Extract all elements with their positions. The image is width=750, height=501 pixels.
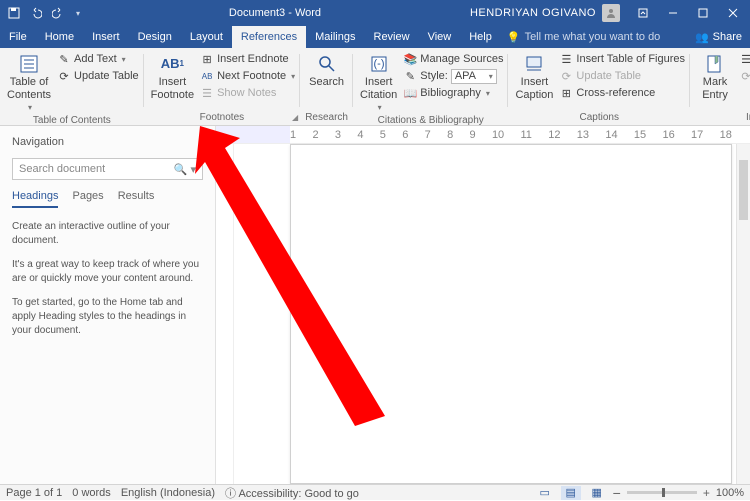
status-lang[interactable]: English (Indonesia) (121, 487, 215, 499)
add-text-button[interactable]: ✎Add Text▾ (57, 51, 139, 67)
avatar[interactable] (602, 4, 620, 22)
toc-button[interactable]: Table of Contents ▾ (5, 51, 53, 115)
menu-view[interactable]: View (419, 26, 461, 48)
insert-index-icon: ☰ (739, 52, 750, 66)
redo-icon[interactable] (52, 7, 64, 19)
zoom-out-button[interactable]: − (613, 485, 621, 501)
menu-insert[interactable]: Insert (83, 26, 129, 48)
mark-entry-icon (704, 53, 726, 75)
cross-ref-icon: ⊞ (559, 86, 573, 100)
accessibility-icon: ⓘ (225, 488, 238, 500)
manage-sources-icon: 📚 (403, 52, 417, 66)
menu-help[interactable]: Help (460, 26, 501, 48)
insert-footnote-button[interactable]: AB1 Insert Footnote (149, 51, 196, 104)
document-page[interactable] (290, 144, 732, 484)
zoom-slider[interactable] (627, 491, 697, 494)
print-layout-icon[interactable]: ▤ (561, 486, 581, 500)
mark-entry-button[interactable]: Mark Entry (695, 51, 735, 104)
refresh-icon: ⟳ (739, 69, 750, 83)
bibliography-icon: 📖 (403, 86, 417, 100)
close-icon[interactable] (720, 2, 746, 24)
ribbon-display-icon[interactable] (630, 2, 656, 24)
nav-menu-icon[interactable]: ▾ (199, 138, 203, 147)
menu-design[interactable]: Design (129, 26, 181, 48)
show-notes-icon: ☰ (200, 86, 214, 100)
search-icon (316, 53, 338, 75)
show-notes-button[interactable]: ☰Show Notes (200, 85, 295, 101)
menu-home[interactable]: Home (36, 26, 83, 48)
nav-tab-headings[interactable]: Headings (12, 190, 58, 208)
insert-figures-button[interactable]: ☰Insert Table of Figures (559, 51, 685, 67)
update-index-button[interactable]: ⟳Update Index (739, 68, 750, 84)
status-words[interactable]: 0 words (72, 487, 111, 499)
status-page[interactable]: Page 1 of 1 (6, 487, 62, 499)
next-footnote-icon: AB (200, 69, 214, 83)
manage-sources-button[interactable]: 📚Manage Sources (403, 51, 503, 67)
read-mode-icon[interactable]: ▭ (535, 486, 555, 500)
search-input[interactable]: Search document 🔍 ▾ (12, 158, 203, 180)
zoom-in-button[interactable]: + (703, 486, 710, 500)
nav-hint-2: It's a great way to keep track of where … (12, 258, 203, 286)
web-layout-icon[interactable]: ▦ (587, 486, 607, 500)
bibliography-button[interactable]: 📖Bibliography▾ (403, 85, 503, 101)
menubar: FileHomeInsertDesignLayoutReferencesMail… (0, 26, 750, 48)
nav-tab-results[interactable]: Results (118, 190, 155, 208)
search-button[interactable]: Search (307, 51, 347, 91)
cross-reference-button[interactable]: ⊞Cross-reference (559, 85, 685, 101)
menu-mailings[interactable]: Mailings (306, 26, 364, 48)
toc-icon (18, 53, 40, 75)
insert-endnote-button[interactable]: ⊞Insert Endnote (200, 51, 295, 67)
tell-me-input[interactable]: 💡Tell me what you want to do (507, 31, 660, 44)
status-accessibility[interactable]: ⓘ Accessibility: Good to go (225, 485, 359, 501)
share-button[interactable]: 👥Share (695, 31, 742, 44)
style-dropdown[interactable]: ✎Style:APA▾ (403, 68, 503, 84)
user-name: HENDRIYAN OGIVANO (470, 7, 596, 19)
insert-caption-button[interactable]: Insert Caption (513, 51, 555, 104)
nav-hint-1: Create an interactive outline of your do… (12, 220, 203, 248)
horizontal-ruler[interactable]: 123456789101112131415161718 (216, 126, 750, 144)
nav-tab-pages[interactable]: Pages (72, 190, 103, 208)
chevron-down-icon: ▾ (28, 103, 32, 113)
insert-citation-button[interactable]: (-) Insert Citation ▾ (358, 51, 399, 115)
table-figures-icon: ☰ (559, 52, 573, 66)
update-table-button[interactable]: ⟳Update Table (57, 68, 139, 84)
next-footnote-button[interactable]: ABNext Footnote▾ (200, 68, 295, 84)
undo-icon[interactable] (30, 7, 42, 19)
footnotes-launcher-icon[interactable]: ◢ (292, 113, 298, 122)
menu-references[interactable]: References (232, 26, 306, 48)
search-dropdown-icon[interactable]: 🔍 ▾ (174, 163, 196, 176)
svg-text:(-): (-) (373, 58, 384, 70)
citation-icon: (-) (368, 53, 390, 75)
footnote-icon: AB1 (161, 53, 183, 75)
refresh-icon: ⟳ (559, 69, 573, 83)
share-icon: 👥 (695, 31, 709, 44)
zoom-level[interactable]: 100% (716, 487, 744, 499)
menu-review[interactable]: Review (365, 26, 419, 48)
insert-index-button[interactable]: ☰Insert Index (739, 51, 750, 67)
refresh-icon: ⟳ (57, 69, 71, 83)
update-captions-button[interactable]: ⟳Update Table (559, 68, 685, 84)
minimize-icon[interactable] (660, 2, 686, 24)
nav-hint-3: To get started, go to the Home tab and a… (12, 296, 203, 338)
chevron-down-icon: ▾ (378, 103, 382, 113)
add-text-icon: ✎ (57, 52, 71, 66)
save-icon[interactable] (8, 7, 20, 19)
window-title: Document3 - Word (80, 7, 470, 19)
nav-title: Navigation (12, 136, 64, 148)
vertical-ruler[interactable] (216, 144, 234, 484)
lightbulb-icon: 💡 (507, 31, 521, 44)
menu-layout[interactable]: Layout (181, 26, 232, 48)
style-icon: ✎ (403, 69, 417, 83)
menu-file[interactable]: File (0, 26, 36, 48)
maximize-icon[interactable] (690, 2, 716, 24)
vertical-scrollbar[interactable] (736, 144, 750, 484)
caption-icon (523, 53, 545, 75)
navigation-pane: Navigation ▾ Search document 🔍 ▾ Headings… (0, 126, 216, 484)
endnote-icon: ⊞ (200, 52, 214, 66)
